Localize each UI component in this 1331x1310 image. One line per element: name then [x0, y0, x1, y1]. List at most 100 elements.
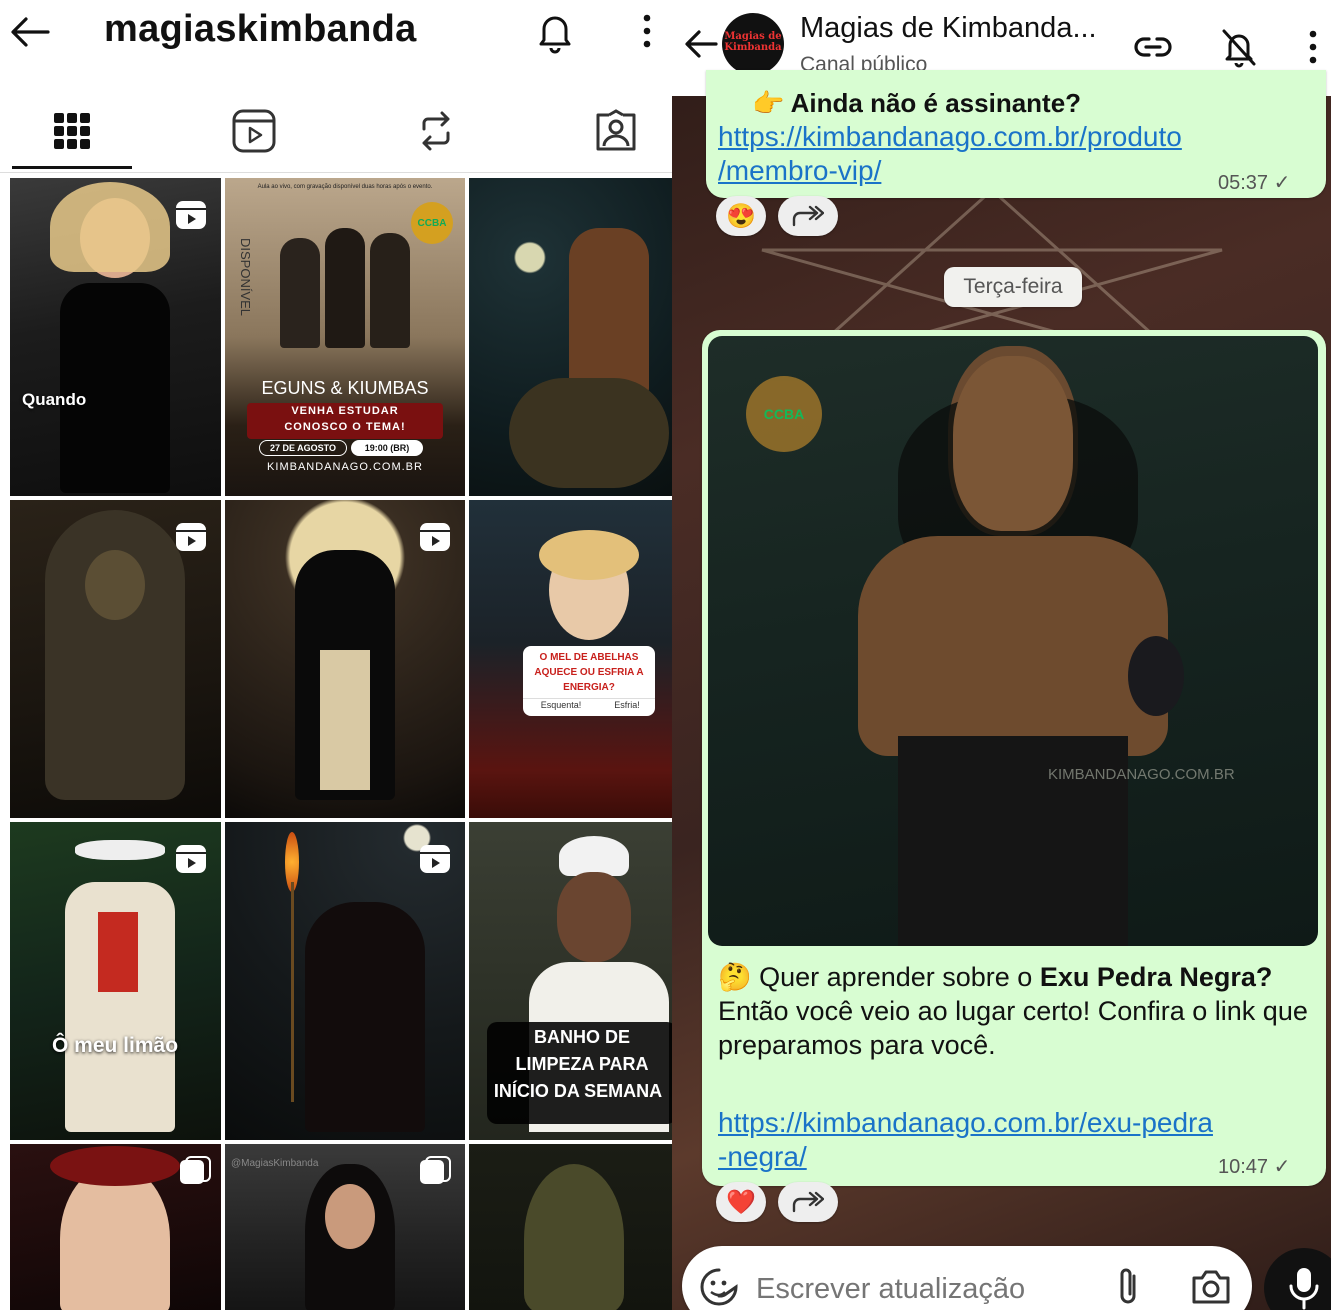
mic-button[interactable] — [1264, 1248, 1331, 1310]
snake-shape — [509, 378, 669, 488]
carousel-icon — [420, 1156, 451, 1184]
divider — [0, 172, 672, 173]
reaction-badge[interactable]: ❤️ — [716, 1182, 766, 1222]
face-shape — [85, 550, 145, 620]
face-shape — [557, 872, 631, 962]
more-vertical-icon[interactable] — [1298, 26, 1328, 68]
post-tile[interactable] — [225, 822, 465, 1140]
message-text: 🤔 Quer aprender sobre o Exu Pedra Negra?… — [718, 960, 1308, 1062]
poll-option[interactable]: Esfria! — [599, 700, 655, 710]
message-time: 10:47 ✓ — [1218, 1154, 1290, 1179]
post-tile[interactable] — [469, 1144, 672, 1310]
post-tile[interactable]: BANHO DE LIMPEZA PARA INÍCIO DA SEMANA — [469, 822, 672, 1140]
link-line[interactable]: -negra/ — [718, 1140, 1213, 1174]
trousers-shape — [320, 650, 370, 790]
channel-title[interactable]: Magias de Kimbanda... — [800, 12, 1097, 45]
post-tile[interactable]: Aula ao vivo, com gravação disponível du… — [225, 178, 465, 496]
poll-card[interactable]: O MEL DE ABELHAS AQUECE OU ESFRIA A ENER… — [523, 646, 655, 716]
message-bubble[interactable]: CCBA KIMBANDANAGO.COM.BR 🤔 Quer aprender… — [702, 330, 1326, 1186]
profile-tabs — [0, 96, 672, 172]
selected-tab-indicator — [12, 166, 132, 169]
reel-icon — [176, 201, 206, 229]
message-image[interactable]: CCBA KIMBANDANAGO.COM.BR — [708, 336, 1318, 946]
message-link[interactable]: https://kimbandanago.com.br/exu-pedra -n… — [718, 1106, 1213, 1174]
post-tile[interactable]: Ô meu limão — [10, 822, 221, 1140]
time-text: 05:37 — [1218, 172, 1269, 194]
bell-icon[interactable] — [532, 8, 578, 54]
tab-reposts[interactable] — [376, 96, 496, 166]
reaction-badge[interactable]: 😍 — [716, 196, 766, 236]
post-subtitle: CONOSCO O TEMA! — [284, 421, 406, 433]
grid-icon — [54, 113, 90, 149]
more-vertical-icon[interactable] — [632, 10, 662, 52]
reel-icon — [420, 845, 450, 873]
post-site: KIMBANDANAGO.COM.BR — [267, 461, 423, 473]
post-tile[interactable] — [10, 1144, 221, 1310]
post-tile[interactable]: O MEL DE ABELHAS AQUECE OU ESFRIA A ENER… — [469, 500, 672, 818]
torso-shape — [858, 536, 1168, 756]
caption-line: LIMPEZA PARA — [515, 1054, 649, 1074]
whatsapp-channel: Magias de Kimbanda Magias de Kimbanda...… — [672, 0, 1331, 1310]
message-link[interactable]: https://kimbandanago.com.br/produto /mem… — [718, 120, 1182, 188]
bell-off-icon[interactable] — [1218, 26, 1260, 68]
message-text-body: Então você veio ao lugar certo! Confira … — [718, 996, 1308, 1060]
post-caption-text: BANHO DE LIMPEZA PARA INÍCIO DA SEMANA — [487, 1024, 672, 1105]
post-tile[interactable] — [225, 500, 465, 818]
roses-crown-shape — [50, 1146, 180, 1186]
demon-figure-shape — [305, 902, 425, 1132]
avatar-text: Magias de Kimbanda — [724, 31, 782, 53]
post-tile[interactable]: Quando — [10, 178, 221, 496]
post-caption: Ô meu limão — [51, 1034, 179, 1057]
message-bubble[interactable]: 👉 Ainda não é assinante? https://kimband… — [706, 70, 1326, 198]
hair-shape — [50, 182, 170, 272]
hair-shape — [539, 530, 639, 580]
link-icon[interactable] — [1132, 26, 1174, 68]
ccba-logo: CCBA — [746, 376, 822, 452]
reaction-emoji: 😍 — [726, 202, 756, 230]
composer-bar — [682, 1246, 1252, 1310]
ccba-logo: CCBA — [411, 202, 453, 244]
reel-icon — [176, 523, 206, 551]
black-stone-shape — [1128, 636, 1184, 716]
reel-icon — [176, 845, 206, 873]
turban-shape — [559, 836, 629, 876]
post-tile[interactable] — [469, 178, 672, 496]
forward-icon — [792, 205, 824, 227]
tab-grid[interactable] — [12, 96, 132, 166]
instagram-profile: magiaskimbanda Quando Aula ao vivo, com … — [0, 0, 672, 1310]
tab-tagged[interactable] — [556, 96, 672, 166]
camera-icon[interactable] — [1190, 1268, 1232, 1306]
arrow-left-icon[interactable] — [682, 24, 722, 64]
channel-avatar[interactable]: Magias de Kimbanda — [722, 13, 784, 75]
post-title: EGUNS & KIUMBAS — [261, 378, 429, 398]
attach-icon[interactable] — [1114, 1266, 1142, 1308]
sticker-icon[interactable] — [700, 1268, 738, 1306]
update-input[interactable] — [754, 1266, 1098, 1310]
image-watermark: KIMBANDANAGO.COM.BR — [1048, 766, 1235, 783]
poll-divider — [523, 698, 655, 699]
post-tile[interactable]: @MagiasKimbanda — [225, 1144, 465, 1310]
sent-check-icon: ✓ — [1273, 172, 1291, 194]
figure-shape — [325, 228, 365, 348]
day-separator: Terça-feira — [944, 267, 1082, 307]
message-text-bold: Exu Pedra Negra? — [1039, 962, 1273, 992]
thinking-emoji: 🤔 — [718, 962, 752, 992]
poll-option[interactable]: Esquenta! — [523, 700, 599, 710]
link-line[interactable]: https://kimbandanago.com.br/exu-pedra — [718, 1106, 1213, 1140]
vest-shape — [98, 912, 138, 992]
hat-shape — [75, 840, 165, 860]
forward-button[interactable] — [778, 1182, 838, 1222]
creature-shape — [524, 1164, 624, 1310]
post-vertical-text: DISPONÍVEL — [238, 238, 253, 317]
arrow-left-icon[interactable] — [8, 12, 52, 52]
link-line[interactable]: https://kimbandanago.com.br/produto — [718, 120, 1182, 154]
tab-reels[interactable] — [194, 96, 314, 166]
link-line[interactable]: /membro-vip/ — [718, 154, 1182, 188]
figure-shape — [280, 238, 320, 348]
repost-icon — [422, 111, 450, 151]
forward-button[interactable] — [778, 196, 838, 236]
profile-username: magiaskimbanda — [104, 8, 417, 50]
post-tile[interactable] — [10, 500, 221, 818]
carousel-icon — [180, 1156, 211, 1184]
post-caption: Quando — [22, 390, 87, 409]
